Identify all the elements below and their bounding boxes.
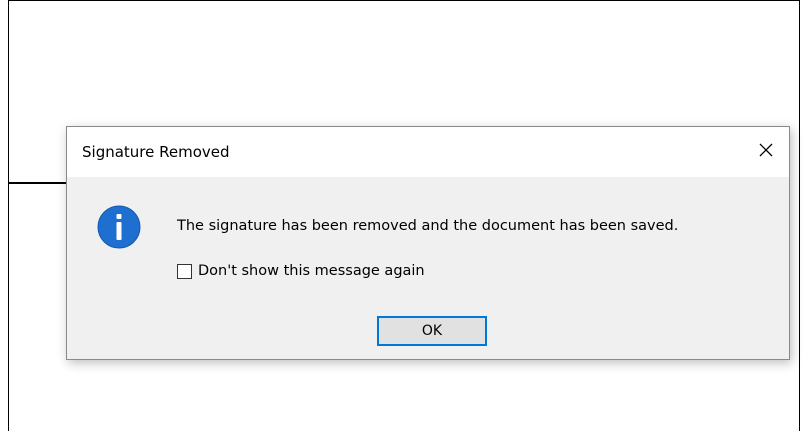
info-icon: [97, 205, 141, 249]
document-border-right: [799, 0, 800, 431]
signature-removed-dialog: Signature Removed The signature has been…: [66, 126, 790, 360]
document-border-left: [8, 0, 9, 431]
document-border-top: [8, 0, 800, 1]
document-rule-line: [8, 182, 68, 184]
dialog-title: Signature Removed: [82, 143, 230, 161]
dont-show-again-label[interactable]: Don't show this message again: [198, 263, 425, 279]
dont-show-again-checkbox-row[interactable]: Don't show this message again: [177, 261, 425, 281]
dont-show-again-checkbox[interactable]: [177, 263, 192, 279]
ok-button-label: OK: [421, 323, 443, 339]
screen: Signature Removed The signature has been…: [0, 0, 808, 431]
dialog-titlebar: Signature Removed: [67, 127, 789, 177]
close-button[interactable]: [743, 127, 789, 173]
close-icon: [759, 143, 773, 157]
dialog-message: The signature has been removed and the d…: [177, 218, 679, 234]
ok-button[interactable]: OK: [377, 316, 487, 346]
